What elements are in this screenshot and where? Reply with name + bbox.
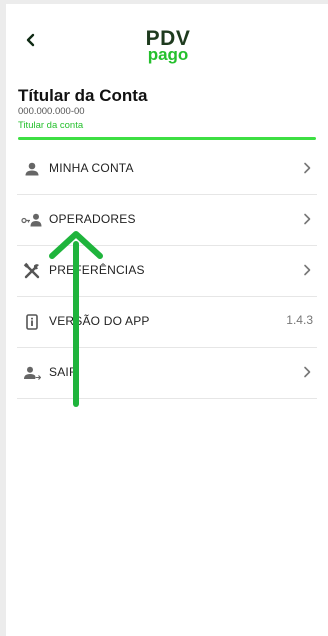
info-icon: [21, 311, 43, 333]
menu-item-operadores[interactable]: OPERADORES: [17, 195, 317, 246]
menu-item-label: OPERADORES: [49, 212, 136, 226]
menu-item-versao-do-app: VERSÃO DO APP 1.4.3: [17, 297, 317, 348]
account-underline: [18, 137, 316, 140]
chevron-right-icon: [304, 213, 311, 225]
account-id: 000.000.000-00: [18, 106, 85, 117]
header: PDV pago: [6, 4, 328, 74]
menu-item-preferencias[interactable]: PREFERÊNCIAS: [17, 246, 317, 297]
menu-item-label: SAIR: [49, 365, 78, 379]
pdv-pago-logo: PDV pago: [138, 28, 198, 63]
menu-item-label: MINHA CONTA: [49, 161, 134, 175]
operator-key-icon: [21, 209, 43, 231]
tools-icon: [21, 260, 43, 282]
menu-item-label: PREFERÊNCIAS: [49, 263, 145, 277]
app-version-value: 1.4.3: [286, 313, 313, 327]
chevron-right-icon: [304, 264, 311, 276]
menu-item-label: VERSÃO DO APP: [49, 314, 150, 328]
menu-item-sair[interactable]: SAIR: [17, 348, 317, 399]
settings-menu: MINHA CONTA OPERADORES PREFERÊNCIAS VERS…: [6, 144, 328, 399]
logout-person-icon: [21, 362, 43, 384]
menu-item-minha-conta[interactable]: MINHA CONTA: [17, 144, 317, 195]
chevron-right-icon: [304, 162, 311, 174]
account-role: Titular da conta: [18, 120, 84, 131]
account-info: Títular da Conta 000.000.000-00 Titular …: [18, 86, 318, 132]
app-screen: PDV pago Títular da Conta 000.000.000-00…: [6, 4, 328, 636]
chevron-left-icon: [26, 33, 35, 47]
account-name: Títular da Conta: [18, 86, 148, 105]
person-icon: [21, 158, 43, 180]
back-button[interactable]: [20, 28, 40, 52]
chevron-right-icon: [304, 366, 311, 378]
